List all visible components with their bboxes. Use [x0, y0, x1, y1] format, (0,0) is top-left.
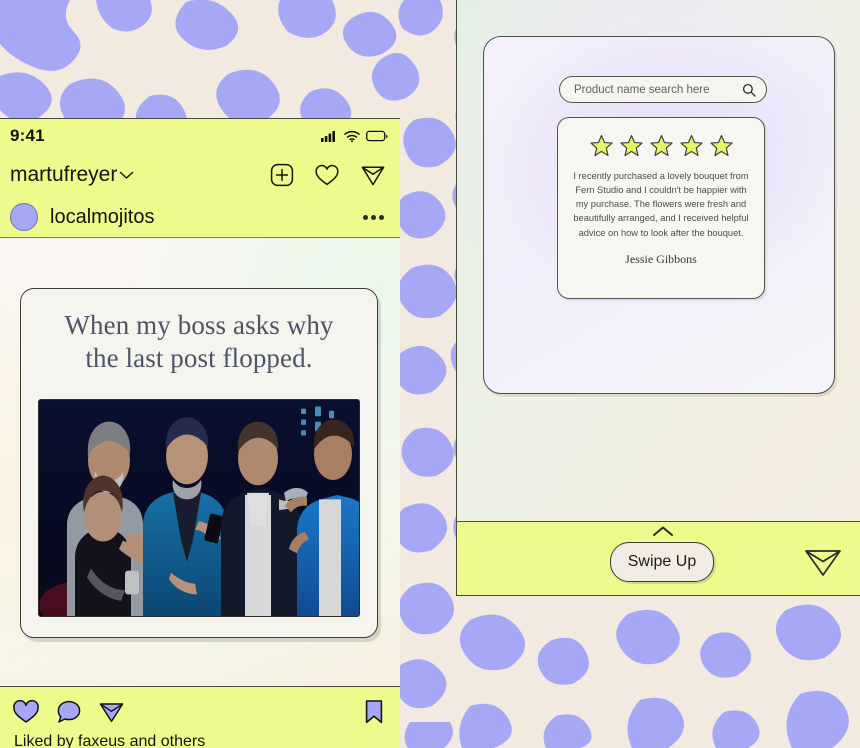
chevron-up-icon: [653, 526, 673, 536]
status-clock: 9:41: [10, 126, 45, 145]
account-switcher[interactable]: martufreyer: [10, 163, 134, 187]
review-author: Jessie Gibbons: [625, 251, 697, 266]
star-icon: [679, 134, 703, 157]
post-headline: When my boss asks why the last post flop…: [21, 289, 377, 375]
send-icon[interactable]: [360, 163, 386, 187]
swipe-up-button[interactable]: Swipe Up: [610, 542, 714, 582]
star-icon: [709, 134, 733, 157]
post-stage: When my boss asks why the last post flop…: [0, 237, 400, 686]
post-card: When my boss asks why the last post flop…: [20, 288, 378, 638]
signal-bars-icon: [321, 131, 335, 142]
send-icon[interactable]: [804, 546, 842, 578]
account-handle: martufreyer: [10, 163, 118, 186]
story-panel: Product name search here I recently purc…: [456, 0, 860, 596]
comment-icon[interactable]: [56, 699, 82, 725]
stage-photo-illustration: [39, 400, 359, 616]
star-icon: [589, 134, 613, 157]
chevron-down-icon: [120, 171, 134, 179]
post-author-username: localmojitos: [50, 205, 155, 228]
more-options-icon[interactable]: [363, 214, 384, 220]
rating-stars: [570, 134, 752, 157]
status-system-icons: [321, 130, 388, 143]
review-text: I recently purchased a lovely bouquet fr…: [573, 171, 749, 238]
search-icon[interactable]: [742, 83, 756, 97]
send-icon[interactable]: [98, 699, 125, 725]
status-bar: 9:41: [0, 119, 400, 153]
search-input[interactable]: Product name search here: [559, 76, 767, 103]
phone-post-panel: 9:41 martufreyer localmojitos When my bo…: [0, 118, 400, 748]
plus-box-icon[interactable]: [270, 163, 294, 187]
avatar[interactable]: [10, 203, 38, 231]
post-action-icons: [12, 699, 384, 725]
post-action-bar: Liked by faxeus and others: [0, 686, 400, 748]
post-author-row: localmojitos: [0, 197, 400, 237]
star-icon: [649, 134, 673, 157]
app-bar-actions: [270, 163, 386, 187]
heart-icon[interactable]: [12, 699, 40, 725]
review-card: I recently purchased a lovely bouquet fr…: [557, 117, 765, 299]
app-bar: martufreyer: [0, 153, 400, 197]
post-headline-line2: the last post flopped.: [85, 342, 313, 373]
search-placeholder: Product name search here: [574, 83, 710, 96]
story-footer-bar: Swipe Up: [456, 521, 860, 596]
swipe-up-label: Swipe Up: [627, 553, 697, 570]
post-headline-line1: When my boss asks why: [64, 310, 334, 340]
heart-icon[interactable]: [314, 163, 340, 187]
post-photo: [38, 399, 360, 617]
post-author[interactable]: localmojitos: [10, 203, 154, 231]
wifi-icon: [344, 130, 360, 143]
bookmark-icon[interactable]: [364, 699, 384, 725]
post-action-left-group: [12, 699, 125, 725]
battery-icon: [366, 130, 388, 142]
star-icon: [619, 134, 643, 157]
liked-by-label: Liked by faxeus and others: [14, 733, 206, 748]
